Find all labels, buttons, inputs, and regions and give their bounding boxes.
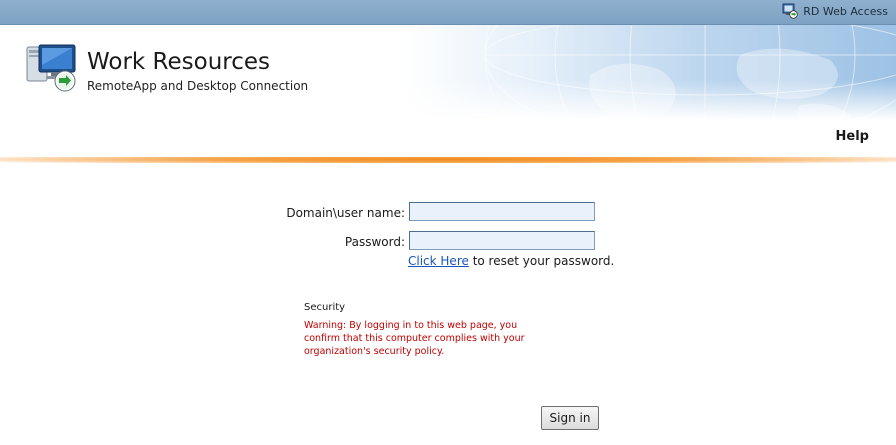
sign-in-button[interactable]: Sign in [541, 406, 599, 430]
reset-password-text: to reset your password. [468, 254, 615, 268]
remoteapp-monitor-icon [26, 44, 76, 92]
rd-web-access-label: RD Web Access [803, 4, 888, 18]
top-bar: RD Web Access [0, 0, 896, 25]
reset-password-link[interactable]: Click Here [408, 254, 469, 268]
security-heading: Security [304, 302, 346, 313]
login-page: RD Web Access Work Resources RemoteApp a… [0, 0, 896, 445]
security-warning: Warning: By logging in to this web page,… [304, 320, 525, 357]
header-banner: Work Resources RemoteApp and Desktop Con… [0, 25, 896, 120]
username-input[interactable] [409, 202, 595, 221]
password-label: Password: [344, 235, 405, 249]
help-link[interactable]: Help [836, 129, 869, 144]
rd-web-access-brand: RD Web Access [782, 3, 888, 19]
password-input[interactable] [409, 231, 595, 250]
page-title: Work Resources [87, 49, 271, 75]
orange-divider [0, 157, 896, 163]
page-subtitle: RemoteApp and Desktop Connection [87, 79, 309, 93]
remote-desktop-icon [782, 3, 798, 19]
reset-password-line: Click Here to reset your password. [408, 254, 614, 268]
username-label: Domain\user name: [286, 206, 405, 220]
